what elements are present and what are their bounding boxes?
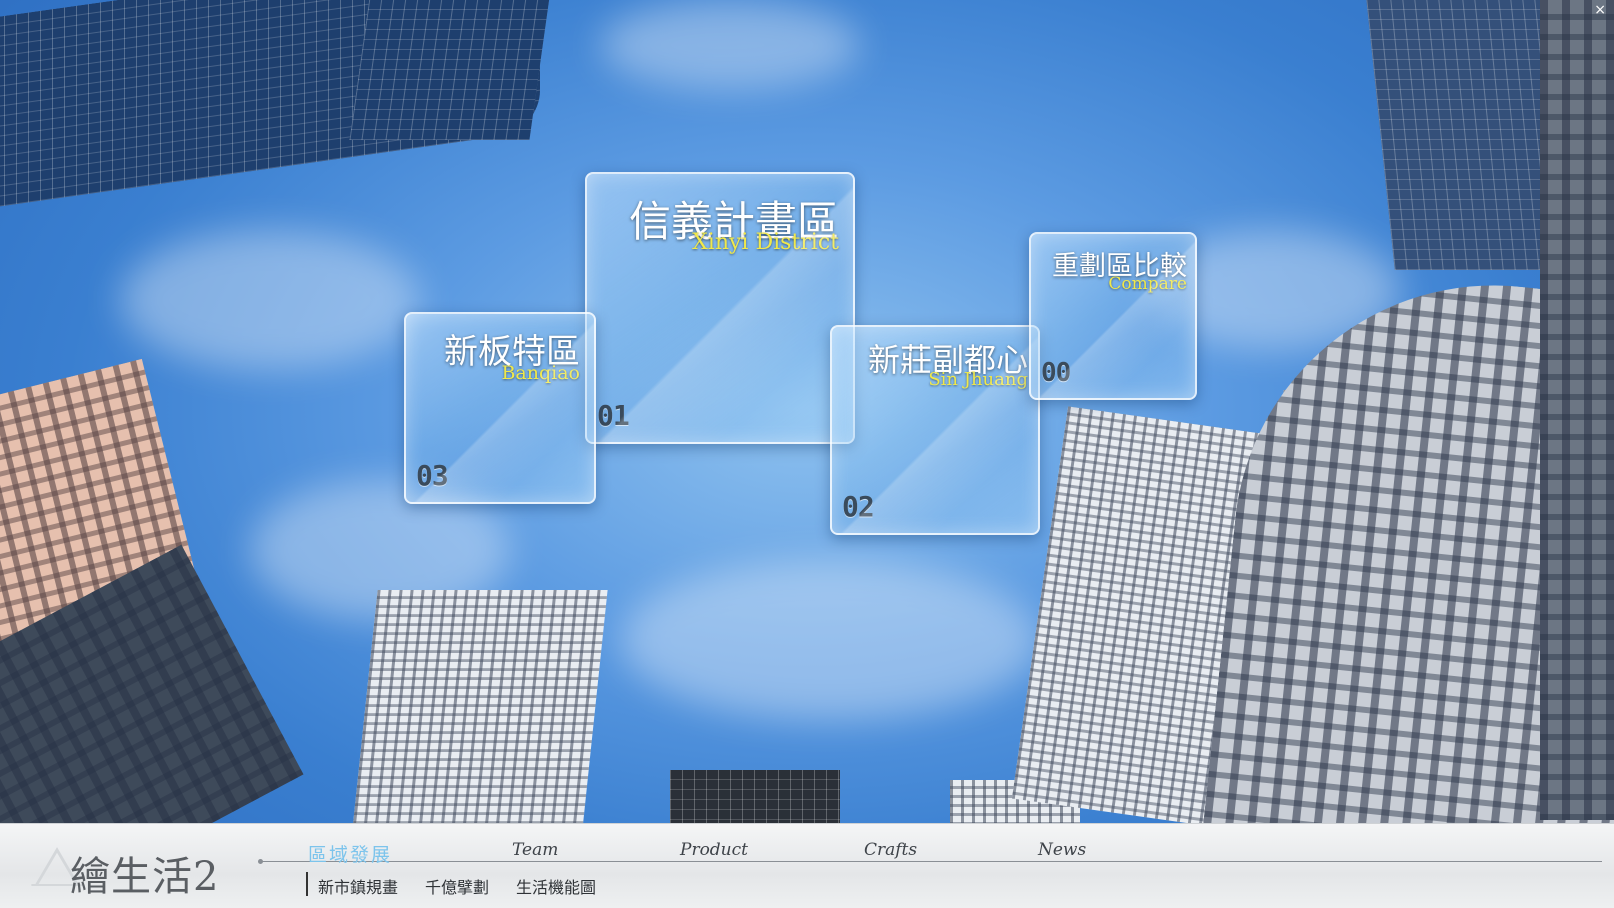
tile-compare-title: 重劃區比較 [1052,251,1187,282]
nav-item-regional-development[interactable]: 區域發展 [308,840,392,867]
tile-compare-number: 00 [1041,358,1071,388]
nav-divider-line [258,859,1602,864]
tile-xinyi-title: 信義計畫區 [628,197,839,246]
building-center-tower [352,590,608,830]
background-scene: 信義計畫區 Xinyi District 01 新板特區 Banqiao 03 … [0,0,1614,908]
tile-banqiao-subtitle: Banqiao [501,362,580,384]
tile-banqiao[interactable]: 新板特區 Banqiao 03 [404,312,596,504]
tile-xinyi-district[interactable]: 信義計畫區 Xinyi District 01 [585,172,855,444]
cloud [620,560,1040,720]
tile-sinjhuang-subtitle: Sin Jhuang [928,369,1028,390]
tile-xinyi-number: 01 [597,399,630,432]
nav-item-team[interactable]: Team [512,840,558,860]
nav-item-crafts[interactable]: Crafts [864,840,917,860]
cloud [600,0,860,90]
building-right-edge [1540,0,1614,820]
logo-text: 繪生活2 [70,854,220,900]
tile-sin-jhuang[interactable]: 新莊副都心 Sin Jhuang 02 [830,325,1040,535]
tile-compare[interactable]: 重劃區比較 Compare 00 [1029,232,1197,400]
subnav-item-lifestyle-map[interactable]: 生活機能圖 [516,874,596,898]
tile-banqiao-title: 新板特區 [444,332,580,372]
tile-sinjhuang-title: 新莊副都心 [867,341,1028,379]
building-top-left-2 [349,0,551,140]
subnav-item-new-town-planning[interactable]: 新市鎮規畫 [318,874,398,898]
nav-item-product[interactable]: Product [680,840,748,860]
tile-sinjhuang-number: 02 [842,490,875,523]
building-center-low [670,770,840,830]
subnav-indicator [306,872,308,896]
subnav-item-hundred-billion-plan[interactable]: 千億擘劃 [425,874,489,898]
tile-banqiao-number: 03 [416,459,449,492]
nav-item-news[interactable]: News [1038,840,1086,860]
tile-compare-subtitle: Compare [1108,274,1187,294]
bottom-nav-bar: ⧍ 繪生活2 區域發展 Team Product Crafts News 新市鎮… [0,823,1614,908]
tile-xinyi-subtitle: Xinyi District [692,230,839,255]
cloud [120,230,420,370]
logo[interactable]: ⧍ 繪生活2 [30,834,230,900]
close-icon[interactable]: × [1594,2,1606,18]
